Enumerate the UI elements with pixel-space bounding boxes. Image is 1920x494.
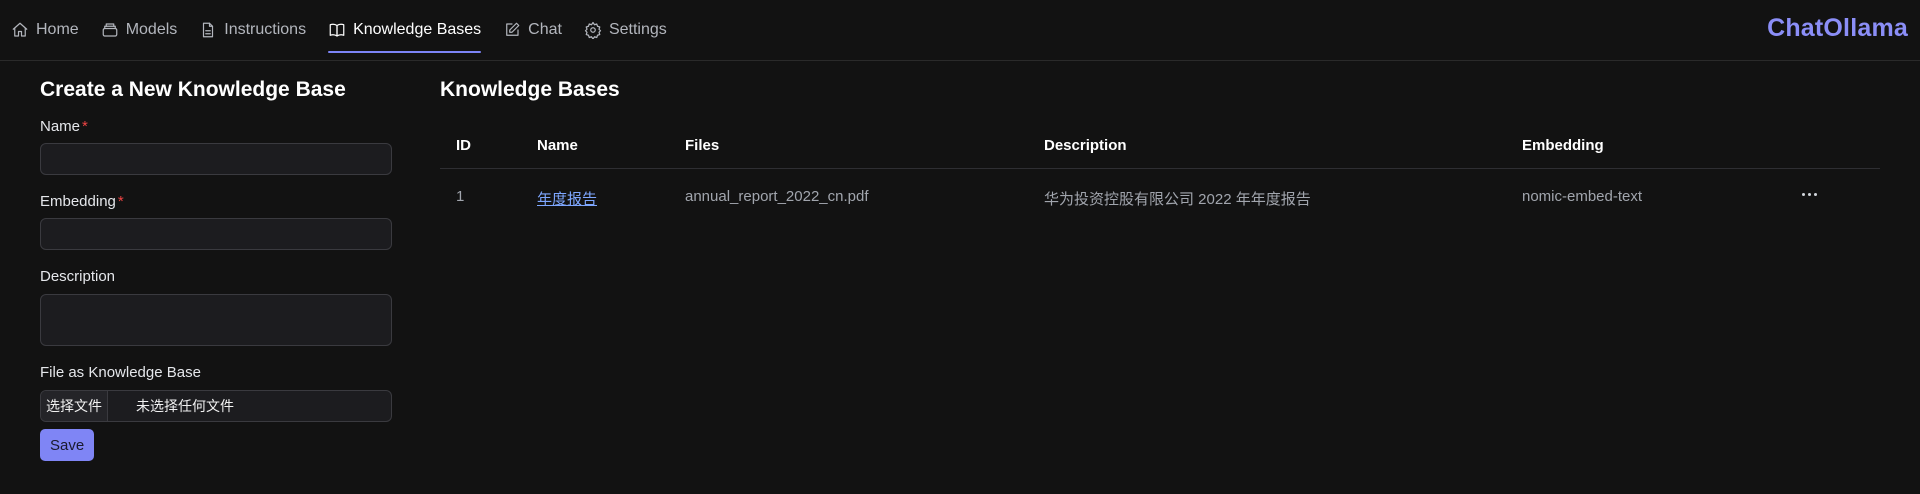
description-input[interactable] (40, 294, 392, 346)
nav-chat[interactable]: Chat (503, 0, 562, 60)
file-label: File as Knowledge Base (40, 364, 201, 381)
name-label: Name * (40, 118, 392, 140)
knowledge-bases-panel: Knowledge Bases ID Name Files Descriptio… (440, 78, 1880, 208)
nav-settings-label: Settings (608, 21, 667, 38)
create-kb-form: Create a New Knowledge Base Name * Embedd… (40, 78, 392, 461)
kb-title: Knowledge Bases (440, 78, 620, 101)
required-mark: * (117, 193, 124, 210)
models-icon (102, 23, 118, 37)
nav-models[interactable]: Models (101, 0, 178, 60)
table-header: ID Name Files Description Embedding (440, 125, 1880, 169)
nav-instructions[interactable]: Instructions (199, 0, 306, 60)
required-mark: * (82, 118, 88, 135)
column-header-files: Files (685, 137, 720, 154)
form-title: Create a New Knowledge Base (40, 78, 346, 101)
more-actions-icon[interactable] (1796, 183, 1822, 205)
cell-files: annual_report_2022_cn.pdf (685, 188, 869, 205)
name-label-text: Name (40, 118, 81, 135)
document-icon (203, 22, 214, 38)
cell-description: 华为投资控股有限公司 2022 年年度报告 (1044, 191, 1311, 208)
column-header-id: ID (456, 137, 471, 154)
nav-knowledge-bases-label: Knowledge Bases (353, 21, 482, 38)
kb-table: ID Name Files Description Embedding 1 年度… (440, 125, 1880, 233)
file-status: 未选择任何文件 (136, 398, 234, 414)
edit-icon (506, 22, 520, 36)
kb-name-link[interactable]: 年度报告 (537, 188, 597, 209)
choose-file-button[interactable]: 选择文件 (41, 391, 108, 421)
save-button[interactable]: Save (40, 429, 95, 461)
embedding-label: Embedding * (40, 193, 392, 215)
brand-logo[interactable]: ChatOllama (1767, 14, 1908, 43)
column-header-description: Description (1044, 137, 1127, 154)
file-input[interactable]: 选择文件 未选择任何文件 (40, 390, 392, 422)
table-row: 1 年度报告 annual_report_2022_cn.pdf 华为投资控股有… (440, 169, 1880, 233)
book-icon (329, 23, 345, 37)
embedding-label-text: Embedding (40, 193, 116, 210)
main-nav: Home Models Instructions Knowledge Bases… (11, 0, 689, 60)
nav-instructions-label: Instructions (224, 21, 307, 38)
home-icon (12, 22, 28, 37)
column-header-embedding: Embedding (1522, 137, 1604, 154)
nav-chat-label: Chat (528, 21, 562, 38)
embedding-input[interactable] (40, 218, 392, 250)
cell-embedding: nomic-embed-text (1522, 188, 1643, 205)
nav-home-label: Home (36, 21, 79, 38)
gear-icon (584, 21, 602, 39)
name-input[interactable] (40, 143, 392, 175)
nav-knowledge-bases[interactable]: Knowledge Bases (328, 0, 482, 60)
cell-id: 1 (456, 188, 465, 205)
nav-home[interactable]: Home (11, 0, 79, 60)
description-label: Description (40, 268, 116, 285)
nav-models-label: Models (125, 21, 178, 38)
top-nav-bar: Home Models Instructions Knowledge Bases… (0, 0, 1920, 61)
column-header-name: Name (537, 137, 578, 154)
nav-settings[interactable]: Settings (584, 0, 667, 60)
